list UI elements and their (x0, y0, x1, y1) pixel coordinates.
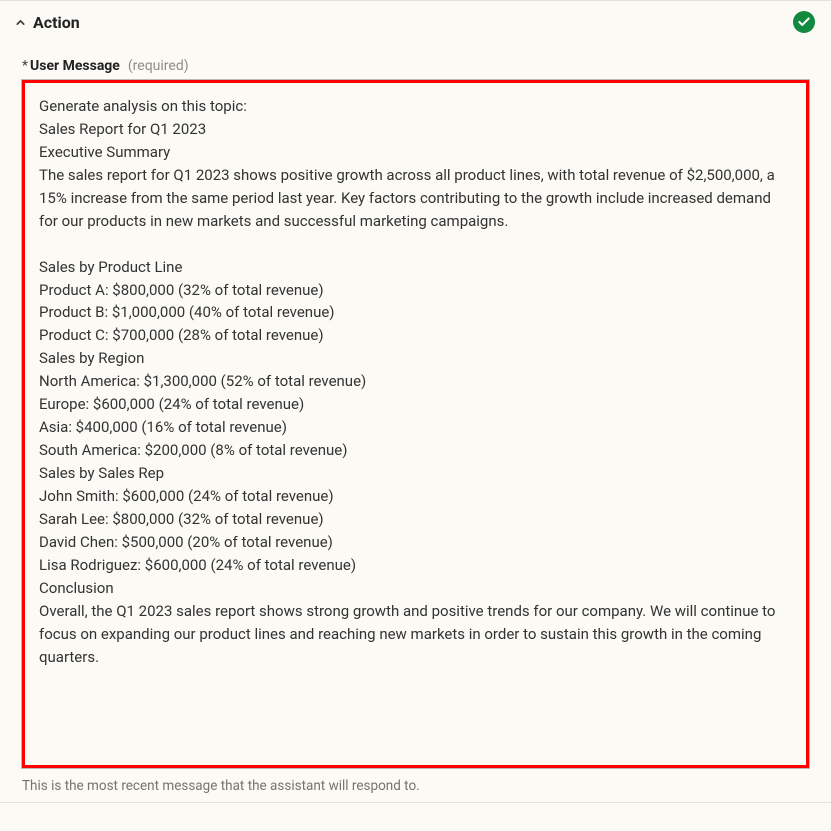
helper-text: This is the most recent message that the… (22, 778, 809, 794)
field-label-row: *User Message (required) (22, 55, 809, 74)
status-success-icon (793, 11, 815, 33)
form-area: *User Message (required) This is the mos… (0, 43, 831, 802)
required-tag: (required) (128, 58, 189, 74)
required-asterisk: *User Message (22, 55, 120, 74)
action-panel: Action *User Message (required) This is … (0, 0, 831, 803)
panel-header[interactable]: Action (0, 1, 831, 43)
panel-title: Action (33, 13, 793, 32)
chevron-up-icon (14, 16, 27, 29)
user-message-input[interactable] (22, 80, 809, 768)
field-label-text: User Message (30, 58, 120, 74)
